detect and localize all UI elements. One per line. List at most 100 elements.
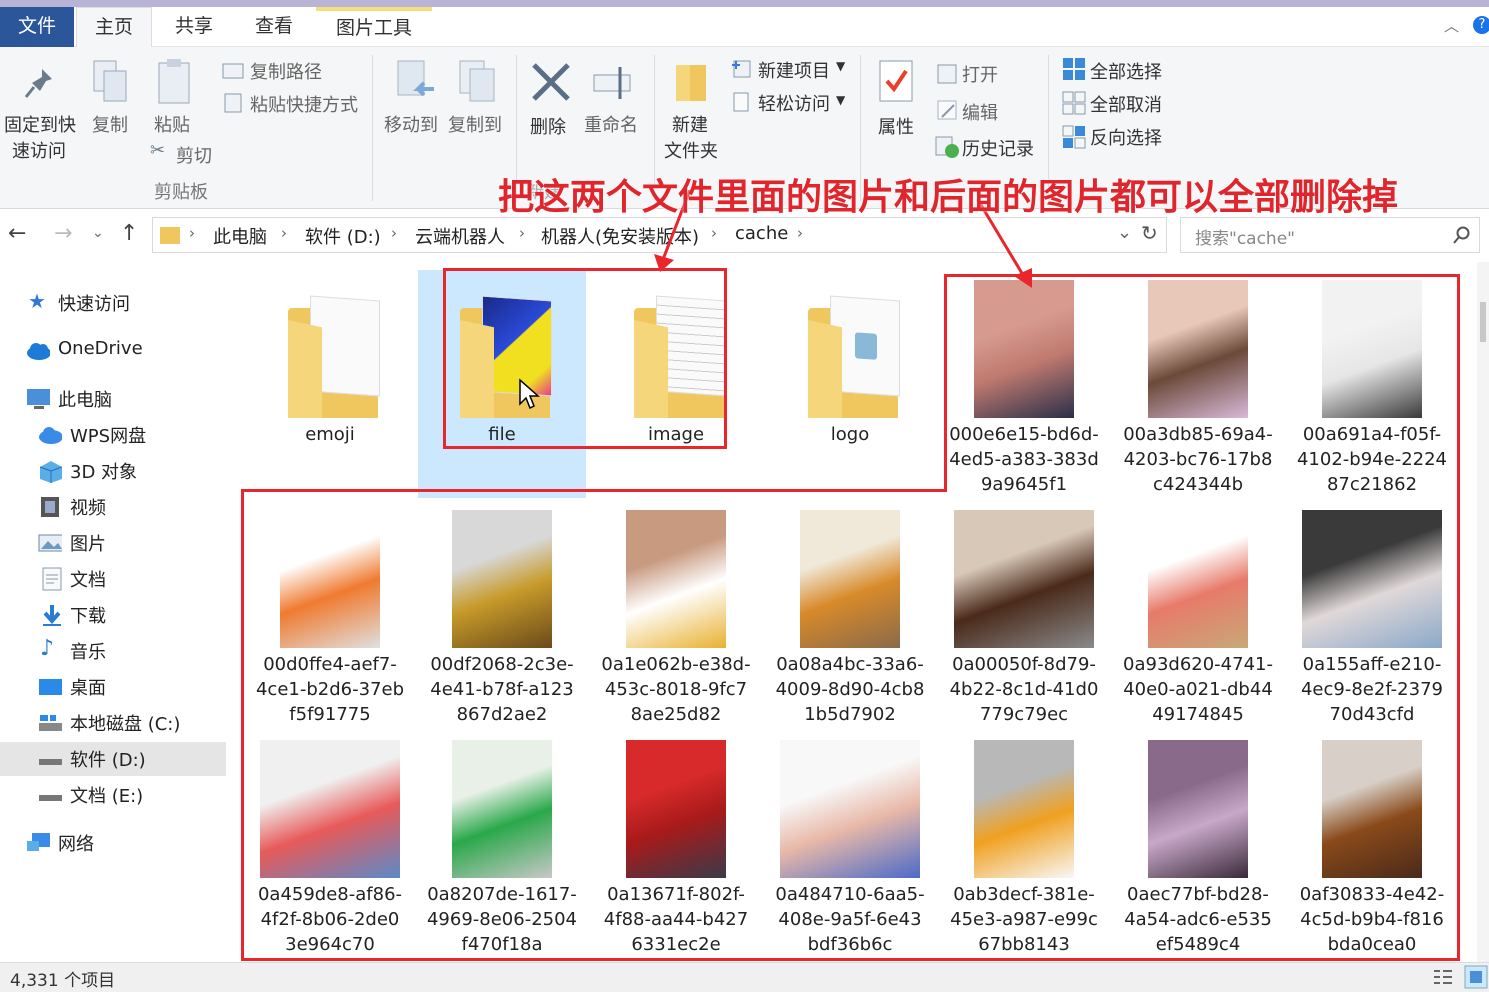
sidebar-item-drive-d[interactable]: 软件 (D:) — [0, 742, 226, 776]
sidebar-item-music[interactable]: ♪ 音乐 — [0, 634, 232, 668]
easy-access-button[interactable]: 轻松访问 — [758, 90, 830, 116]
pin-icon — [24, 69, 52, 98]
image-thumbnail — [626, 740, 726, 878]
file-name-label: 00a3db85-69a4- 4203-bc76-17b8 c424344b — [1123, 424, 1273, 495]
sidebar-item-this-pc[interactable]: 此电脑 — [0, 382, 232, 416]
image-file-item[interactable]: 0aec77bf-bd28- 4a54-adc6-e535 ef5489c4 — [1114, 730, 1282, 958]
vertical-scrollbar[interactable] — [1477, 262, 1489, 962]
image-file-item[interactable]: 00a3db85-69a4- 4203-bc76-17b8 c424344b — [1114, 270, 1282, 498]
image-thumbnail — [1148, 740, 1248, 878]
forward-arrow-icon[interactable]: → — [54, 221, 72, 246]
sidebar-item-drive-c[interactable]: 本地磁盘 (C:) — [0, 706, 232, 740]
breadcrumb-this-pc[interactable]: 此电脑 — [213, 223, 267, 249]
invert-selection-button[interactable]: 反向选择 — [1090, 124, 1162, 150]
breadcrumb-chevron-icon: › — [189, 224, 195, 242]
edit-button[interactable]: 编辑 — [962, 99, 998, 125]
help-icon[interactable]: ? — [1473, 16, 1489, 34]
up-arrow-icon[interactable]: ↑ — [120, 221, 138, 246]
new-item-dropdown-icon[interactable]: ▼ — [836, 59, 845, 73]
cut-button[interactable]: 剪切 — [176, 142, 212, 168]
sidebar-item-pictures[interactable]: 图片 — [0, 526, 232, 560]
image-file-item[interactable]: 0a00050f-8d79- 4b22-8c1d-41d0 779c79ec — [940, 500, 1108, 728]
rename-button[interactable]: 重命名 — [584, 111, 638, 137]
new-folder-button[interactable]: 新建 — [672, 111, 708, 137]
documents-icon — [42, 567, 62, 591]
search-input[interactable]: 搜索"cache" — [1195, 224, 1295, 249]
sidebar-item-wps-cloud[interactable]: WPS网盘 — [0, 418, 232, 452]
image-file-item[interactable]: 0a155aff-e210- 4ec9-8e2f-2379 70d43cfd — [1288, 500, 1456, 728]
sidebar-item-3d-objects[interactable]: 3D 对象 — [0, 454, 232, 488]
copy-to-button[interactable]: 复制到 — [448, 111, 502, 137]
image-file-item[interactable]: 0ab3decf-381e- 45e3-a987-e99c 67bb8143 — [940, 730, 1108, 958]
recent-locations-chevron-icon[interactable]: ⌄ — [92, 225, 104, 241]
refresh-icon[interactable]: ↻ — [1141, 221, 1158, 245]
paste-shortcut-button[interactable]: 粘贴快捷方式 — [250, 91, 358, 117]
move-to-button[interactable]: 移动到 — [384, 111, 438, 137]
file-name-label: emoji — [305, 424, 355, 445]
large-icons-view-icon[interactable] — [1464, 965, 1488, 989]
address-dropdown-icon[interactable]: ⌄ — [1117, 222, 1132, 243]
image-file-item[interactable]: 0a93d620-4741- 40e0-a021-db44 49174845 — [1114, 500, 1282, 728]
search-icon[interactable] — [1453, 226, 1471, 244]
select-none-button[interactable]: 全部取消 — [1090, 91, 1162, 117]
tab-home[interactable]: 主页 — [76, 7, 152, 48]
image-file-item[interactable]: 0a08a4bc-33a6- 4009-8d90-4cb8 1b5d7902 — [766, 500, 934, 728]
sidebar-item-desktop[interactable]: 桌面 — [0, 670, 232, 704]
copy-button[interactable]: 复制 — [92, 111, 128, 137]
copy-path-button[interactable]: 复制路径 — [250, 58, 322, 84]
sidebar-item-drive-e[interactable]: 文档 (E:) — [0, 778, 232, 812]
sidebar-item-label: 网络 — [58, 834, 94, 855]
sidebar-item-label: 音乐 — [70, 642, 106, 663]
history-button[interactable]: 历史记录 — [962, 135, 1034, 161]
folder-item[interactable]: emoji — [246, 270, 414, 498]
image-file-item[interactable]: 0a484710-6aa5- 408e-9a5f-6e43 bdf36b6c — [766, 730, 934, 958]
image-file-item[interactable]: 00d0ffe4-aef7- 4ce1-b2d6-37eb f5f91775 — [246, 500, 414, 728]
tab-picture-tools[interactable]: 图片工具 — [316, 7, 432, 47]
open-button[interactable]: 打开 — [962, 61, 998, 87]
sidebar-item-quick-access[interactable]: ★ 快速访问 — [0, 286, 232, 320]
image-file-item[interactable]: 0a8207de-1617- 4969-8e06-2504 f470f18a — [418, 730, 586, 958]
tab-share[interactable]: 共享 — [156, 7, 232, 47]
sidebar-item-network[interactable]: 网络 — [0, 826, 232, 860]
file-name-label: 00a691a4-f05f- 4102-b94e-2224 87c21862 — [1296, 424, 1447, 495]
select-all-button[interactable]: 全部选择 — [1090, 58, 1162, 84]
drive-icon — [39, 795, 62, 801]
file-list-view: emoji file image logo 000e6e15-bd6d- 4ed5-a38… — [232, 262, 1477, 962]
scrollbar-thumb[interactable] — [1480, 302, 1486, 342]
star-icon: ★ — [28, 289, 46, 313]
sidebar-item-label: 视频 — [70, 498, 106, 519]
title-strip — [0, 0, 1489, 7]
3d-objects-icon — [39, 461, 62, 483]
sidebar-item-videos[interactable]: 视频 — [0, 490, 232, 524]
image-file-item[interactable]: 0a13671f-802f- 4f88-aa44-b427 6331ec2e — [592, 730, 760, 958]
sidebar-item-downloads[interactable]: 下载 — [0, 598, 232, 632]
folder-item[interactable]: logo — [766, 270, 934, 498]
sidebar-item-documents[interactable]: 文档 — [0, 562, 232, 596]
image-file-item[interactable]: 00a691a4-f05f- 4102-b94e-2224 87c21862 — [1288, 270, 1456, 498]
image-thumbnail — [1322, 740, 1422, 878]
annotation-outline — [1457, 274, 1460, 961]
image-file-item[interactable]: 000e6e15-bd6d- 4ed5-a383-383d 9a9645f1 — [940, 270, 1108, 498]
pin-quick-access-button[interactable]: 固定到快 — [4, 111, 76, 137]
paste-button[interactable]: 粘贴 — [154, 111, 190, 137]
sidebar-item-onedrive[interactable]: OneDrive — [0, 334, 232, 368]
collapse-ribbon-icon[interactable]: ︿ — [1444, 15, 1459, 36]
clipboard-group-label: 剪贴板 — [154, 182, 208, 203]
tab-file[interactable]: 文件 — [0, 7, 74, 47]
breadcrumb-drive-d[interactable]: 软件 (D:) — [305, 223, 381, 249]
image-file-item[interactable]: 0a459de8-af86- 4f2f-8b06-2de0 3e964c70 — [246, 730, 414, 958]
search-box[interactable]: 搜索"cache" — [1180, 217, 1480, 253]
image-file-item[interactable]: 0af30833-4e42- 4c5d-b9b4-f816 bda0cea0 — [1288, 730, 1456, 958]
delete-button[interactable]: 删除 — [530, 113, 566, 139]
easy-access-dropdown-icon[interactable]: ▼ — [836, 93, 845, 107]
breadcrumb-cloud-robot[interactable]: 云端机器人 — [415, 223, 505, 249]
image-file-item[interactable]: 0a1e062b-e38d- 453c-8018-9fc7 8ae25d82 — [592, 500, 760, 728]
image-file-item[interactable]: 00df2068-2c3e- 4e41-b78f-a123 867d2ae2 — [418, 500, 586, 728]
tab-view[interactable]: 查看 — [236, 7, 312, 47]
sidebar-item-label: 软件 (D:) — [70, 750, 146, 771]
back-arrow-icon[interactable]: ← — [8, 221, 26, 246]
details-view-icon[interactable] — [1432, 967, 1454, 987]
new-item-button[interactable]: 新建项目 — [758, 57, 830, 83]
properties-button[interactable]: 属性 — [878, 113, 914, 139]
annotation-outline — [944, 274, 947, 492]
